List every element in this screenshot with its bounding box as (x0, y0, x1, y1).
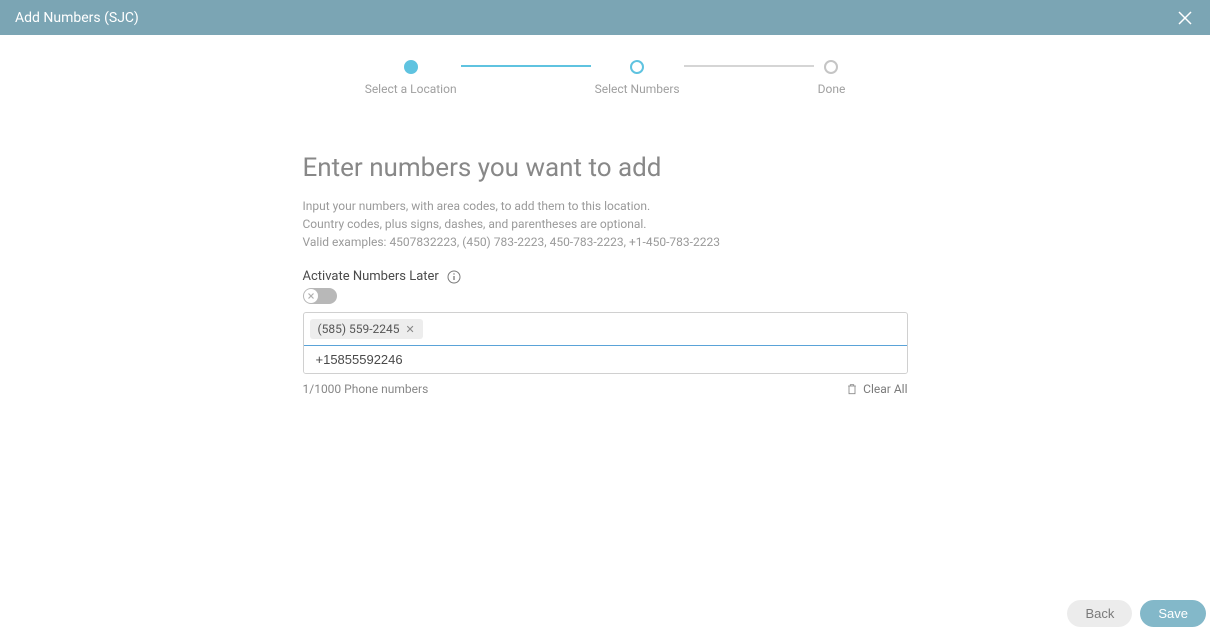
step-select-location: Select a Location (365, 60, 457, 96)
input-footer: 1/1000 Phone numbers Clear All (303, 382, 908, 396)
clear-all-button[interactable]: Clear All (846, 382, 907, 396)
footer-actions: Back Save (1067, 600, 1206, 627)
activate-later-label: Activate Numbers Later (303, 269, 439, 284)
step-circle-current (630, 60, 644, 74)
text-input-wrapper (303, 345, 908, 374)
step-done: Done (818, 60, 846, 96)
step-select-numbers: Select Numbers (595, 60, 680, 96)
chip-remove-button[interactable]: ✕ (406, 324, 415, 335)
numbers-input-area: (585) 559-2245 ✕ (303, 312, 908, 374)
step-label: Select Numbers (595, 82, 680, 96)
description-line: Country codes, plus signs, dashes, and p… (303, 215, 908, 233)
trash-icon (846, 383, 858, 395)
page-title: Enter numbers you want to add (303, 153, 908, 183)
modal-title: Add Numbers (SJC) (15, 10, 139, 26)
save-button[interactable]: Save (1140, 600, 1206, 627)
close-icon (1177, 10, 1193, 26)
description-line: Input your numbers, with area codes, to … (303, 197, 908, 215)
step-circle-pending (824, 60, 838, 74)
step-label: Done (818, 82, 846, 96)
chip-text: (585) 559-2245 (318, 322, 400, 336)
stepper: Select a Location Select Numbers Done (0, 35, 1210, 108)
number-chip: (585) 559-2245 ✕ (310, 319, 423, 339)
close-button[interactable] (1175, 8, 1195, 28)
step-label: Select a Location (365, 82, 457, 96)
activate-later-toggle[interactable] (303, 288, 337, 304)
main-card: Enter numbers you want to add Input your… (273, 123, 938, 436)
activate-later-row: Activate Numbers Later (303, 269, 908, 284)
toggle-knob (304, 289, 318, 303)
info-icon[interactable] (447, 270, 461, 284)
description-line: Valid examples: 4507832223, (450) 783-22… (303, 233, 908, 251)
description-text: Input your numbers, with area codes, to … (303, 197, 908, 251)
modal-header: Add Numbers (SJC) (0, 0, 1210, 35)
step-line (684, 65, 814, 67)
step-circle-completed (404, 60, 418, 74)
numbers-input[interactable] (304, 346, 907, 373)
back-button[interactable]: Back (1067, 600, 1132, 627)
clear-all-label: Clear All (863, 382, 907, 396)
step-line (461, 65, 591, 67)
chips-row: (585) 559-2245 ✕ (304, 313, 907, 346)
numbers-counter: 1/1000 Phone numbers (303, 382, 429, 396)
